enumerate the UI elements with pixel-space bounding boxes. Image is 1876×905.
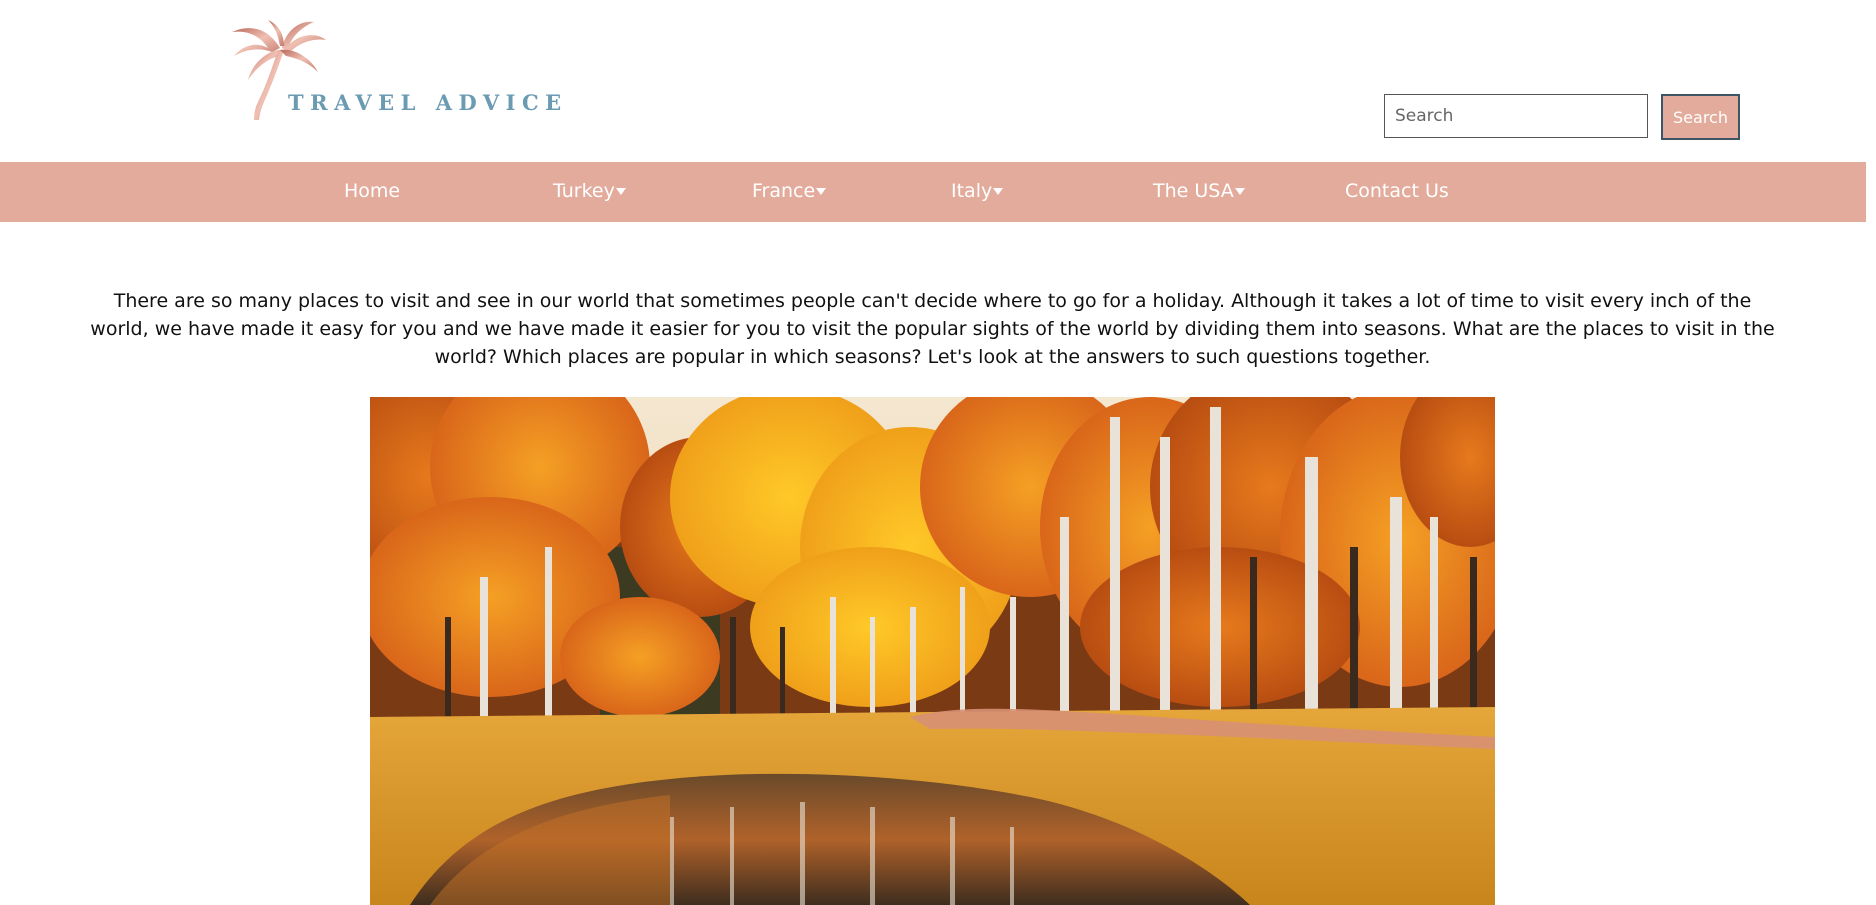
- caret-down-icon: [1234, 188, 1245, 195]
- intro-paragraph: There are so many places to visit and se…: [90, 290, 1775, 368]
- nav-item-home[interactable]: Home: [344, 162, 400, 222]
- brand-name: TRAVEL ADVICE: [288, 90, 568, 115]
- caret-down-icon: [615, 188, 626, 195]
- site-logo[interactable]: TRAVEL ADVICE: [228, 18, 561, 128]
- site-header: TRAVEL ADVICE Search: [0, 0, 1866, 162]
- nav-item-france[interactable]: France: [752, 162, 827, 222]
- search-button[interactable]: Search: [1661, 94, 1740, 140]
- caret-down-icon: [993, 188, 1004, 195]
- main-nav: Home Turkey France Italy The USA Contact…: [0, 162, 1866, 222]
- search-input[interactable]: [1384, 94, 1648, 138]
- hero-image: [370, 397, 1495, 905]
- nav-item-italy[interactable]: Italy: [951, 162, 1004, 222]
- nav-item-label: The USA: [1153, 180, 1234, 202]
- nav-item-label: Turkey: [553, 180, 615, 202]
- nav-item-label: France: [752, 180, 816, 202]
- nav-item-turkey[interactable]: Turkey: [553, 162, 626, 222]
- nav-item-the-usa[interactable]: The USA: [1153, 162, 1245, 222]
- nav-item-label: Italy: [951, 180, 993, 202]
- autumn-forest-pond-image: [370, 397, 1495, 905]
- nav-item-contact-us[interactable]: Contact Us: [1345, 162, 1449, 222]
- caret-down-icon: [816, 188, 827, 195]
- nav-item-label: Contact Us: [1345, 180, 1449, 202]
- nav-item-label: Home: [344, 180, 401, 202]
